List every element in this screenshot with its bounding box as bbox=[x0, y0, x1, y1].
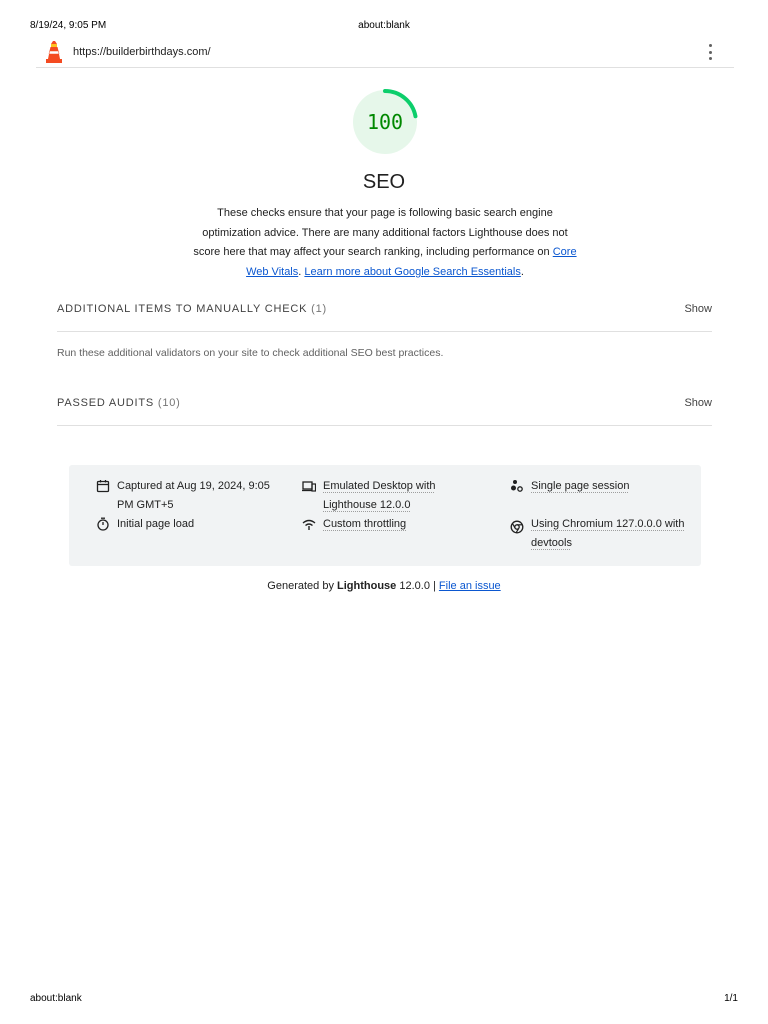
score-value: 100 bbox=[366, 110, 404, 134]
lighthouse-version: 12.0.0 | bbox=[399, 580, 436, 592]
devices-icon bbox=[302, 481, 316, 492]
meta-captured: Captured at Aug 19, 2024, 9:05 PM GMT+5 bbox=[96, 477, 271, 515]
passed-audits-group[interactable]: Passed audits (10) Show bbox=[57, 382, 712, 426]
print-header: 8/19/24, 9:05 PM about:blank bbox=[30, 20, 738, 34]
manual-checks-description: Run these additional validators on your … bbox=[57, 347, 444, 359]
meta-emulated: Emulated Desktop with Lighthouse 12.0.0 bbox=[302, 477, 472, 515]
manual-checks-group[interactable]: Additional items to manually check (1) S… bbox=[57, 288, 712, 332]
kebab-menu-icon[interactable] bbox=[706, 43, 714, 61]
meta-load: Initial page load bbox=[96, 515, 271, 534]
meta-load-text: Initial page load bbox=[117, 518, 195, 530]
meta-emulated-text[interactable]: Emulated Desktop with Lighthouse 12.0.0 bbox=[323, 480, 436, 511]
wifi-icon bbox=[302, 519, 316, 530]
category-description: These checks ensure that your page is fo… bbox=[190, 204, 580, 282]
description-separator: . bbox=[298, 265, 302, 278]
print-title: about:blank bbox=[358, 20, 410, 31]
group-title: Additional items to manually check (1) bbox=[57, 303, 327, 315]
show-toggle[interactable]: Show bbox=[684, 397, 712, 409]
show-toggle[interactable]: Show bbox=[684, 303, 712, 315]
group-count: (1) bbox=[311, 303, 328, 315]
group-count: (10) bbox=[157, 397, 181, 409]
group-title-text: Additional items to manually check bbox=[57, 303, 308, 315]
report-url[interactable]: https://builderbirthdays.com/ bbox=[73, 46, 211, 58]
meta-chromium-text[interactable]: Using Chromium 127.0.0.0 with devtools bbox=[531, 518, 684, 549]
file-issue-link[interactable]: File an issue bbox=[439, 580, 501, 592]
stopwatch-icon bbox=[97, 517, 109, 531]
category-description-text: These checks ensure that your page is fo… bbox=[193, 207, 568, 259]
lighthouse-icon bbox=[46, 41, 62, 63]
search-essentials-link[interactable]: Learn more about Google Search Essential… bbox=[304, 266, 520, 278]
print-footer-url: about:blank bbox=[30, 993, 82, 1004]
print-footer: about:blank 1/1 bbox=[30, 993, 738, 1007]
meta-captured-text: Captured at Aug 19, 2024, 9:05 PM GMT+5 bbox=[117, 480, 270, 511]
score-gauge: 100 bbox=[351, 88, 419, 156]
category-title: SEO bbox=[362, 171, 406, 193]
generated-by-text: Generated by bbox=[267, 580, 334, 592]
group-title: Passed audits (10) bbox=[57, 397, 181, 409]
calendar-icon bbox=[96, 480, 110, 493]
runtime-settings: Captured at Aug 19, 2024, 9:05 PM GMT+5 … bbox=[69, 465, 701, 566]
group-title-text: Passed audits bbox=[57, 397, 154, 409]
meta-session-text[interactable]: Single page session bbox=[531, 480, 629, 492]
meta-throttling: Custom throttling bbox=[302, 515, 472, 534]
chrome-icon bbox=[510, 520, 524, 534]
lighthouse-brand: Lighthouse bbox=[337, 580, 397, 592]
meta-chromium: Using Chromium 127.0.0.0 with devtools bbox=[510, 515, 695, 553]
meta-session: Single page session bbox=[510, 477, 695, 496]
users-icon bbox=[511, 480, 523, 492]
print-page-number: 1/1 bbox=[724, 993, 738, 1004]
meta-throttling-text[interactable]: Custom throttling bbox=[323, 518, 406, 530]
generated-by-footer: Generated by Lighthouse 12.0.0 | File an… bbox=[0, 580, 768, 592]
description-end: . bbox=[520, 265, 524, 278]
report-topbar: https://builderbirthdays.com/ bbox=[36, 38, 734, 68]
